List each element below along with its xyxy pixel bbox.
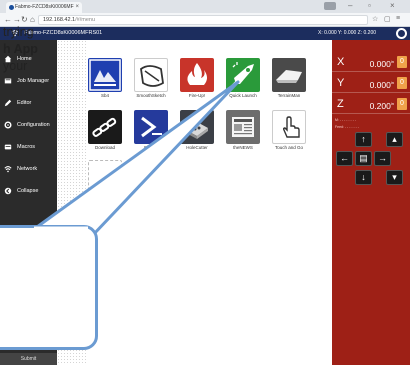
sidebar-submit[interactable]: Submit <box>0 353 57 365</box>
jog-right-button[interactable]: → <box>374 151 391 166</box>
jog-up-button[interactable]: ↑ <box>355 132 372 147</box>
jog-z-down-button[interactable]: ▾ <box>386 170 403 185</box>
jog-down-button[interactable]: ↓ <box>355 170 372 185</box>
dro-row-z: Z 0.200in 0 <box>332 94 410 114</box>
zero-y-button[interactable]: 0 <box>397 77 407 89</box>
dro-row-x: X 0.000in 0 <box>332 52 410 72</box>
jog-left-button[interactable]: ← <box>336 151 353 166</box>
z-axis-label: Z <box>337 98 344 110</box>
dro-status-line-2: Feed: - - - - - - - <box>335 125 359 129</box>
callout-line-2: h App <box>3 42 38 56</box>
callout-line-1: trying <box>3 25 34 39</box>
dro-row-y: Y 0.000in 0 <box>332 73 410 93</box>
zero-x-button[interactable]: 0 <box>397 56 407 68</box>
screen: Fabmo-FZCD8sKi0006MF × – ▫ × ← → ↻ ⌂ 192… <box>0 0 410 365</box>
z-axis-value: 0.200in <box>369 100 394 111</box>
jog-z-up-button[interactable]: ▴ <box>386 132 403 147</box>
dro-panel: X 0.000in 0 Y 0.000in 0 Z 0.200in 0 M: -… <box>332 40 410 365</box>
callout-text: trying h App your <box>3 24 38 75</box>
zero-z-button[interactable]: 0 <box>397 98 407 110</box>
x-axis-label: X <box>337 56 345 68</box>
x-axis-value: 0.000in <box>369 58 394 69</box>
dro-status-line-1: M: - - - - - - - - <box>335 118 356 122</box>
callout-line-3: your <box>3 59 28 73</box>
y-axis-value: 0.000in <box>369 79 394 90</box>
y-axis-label: Y <box>337 77 345 89</box>
jog-center-button[interactable]: ▤ <box>355 151 372 166</box>
